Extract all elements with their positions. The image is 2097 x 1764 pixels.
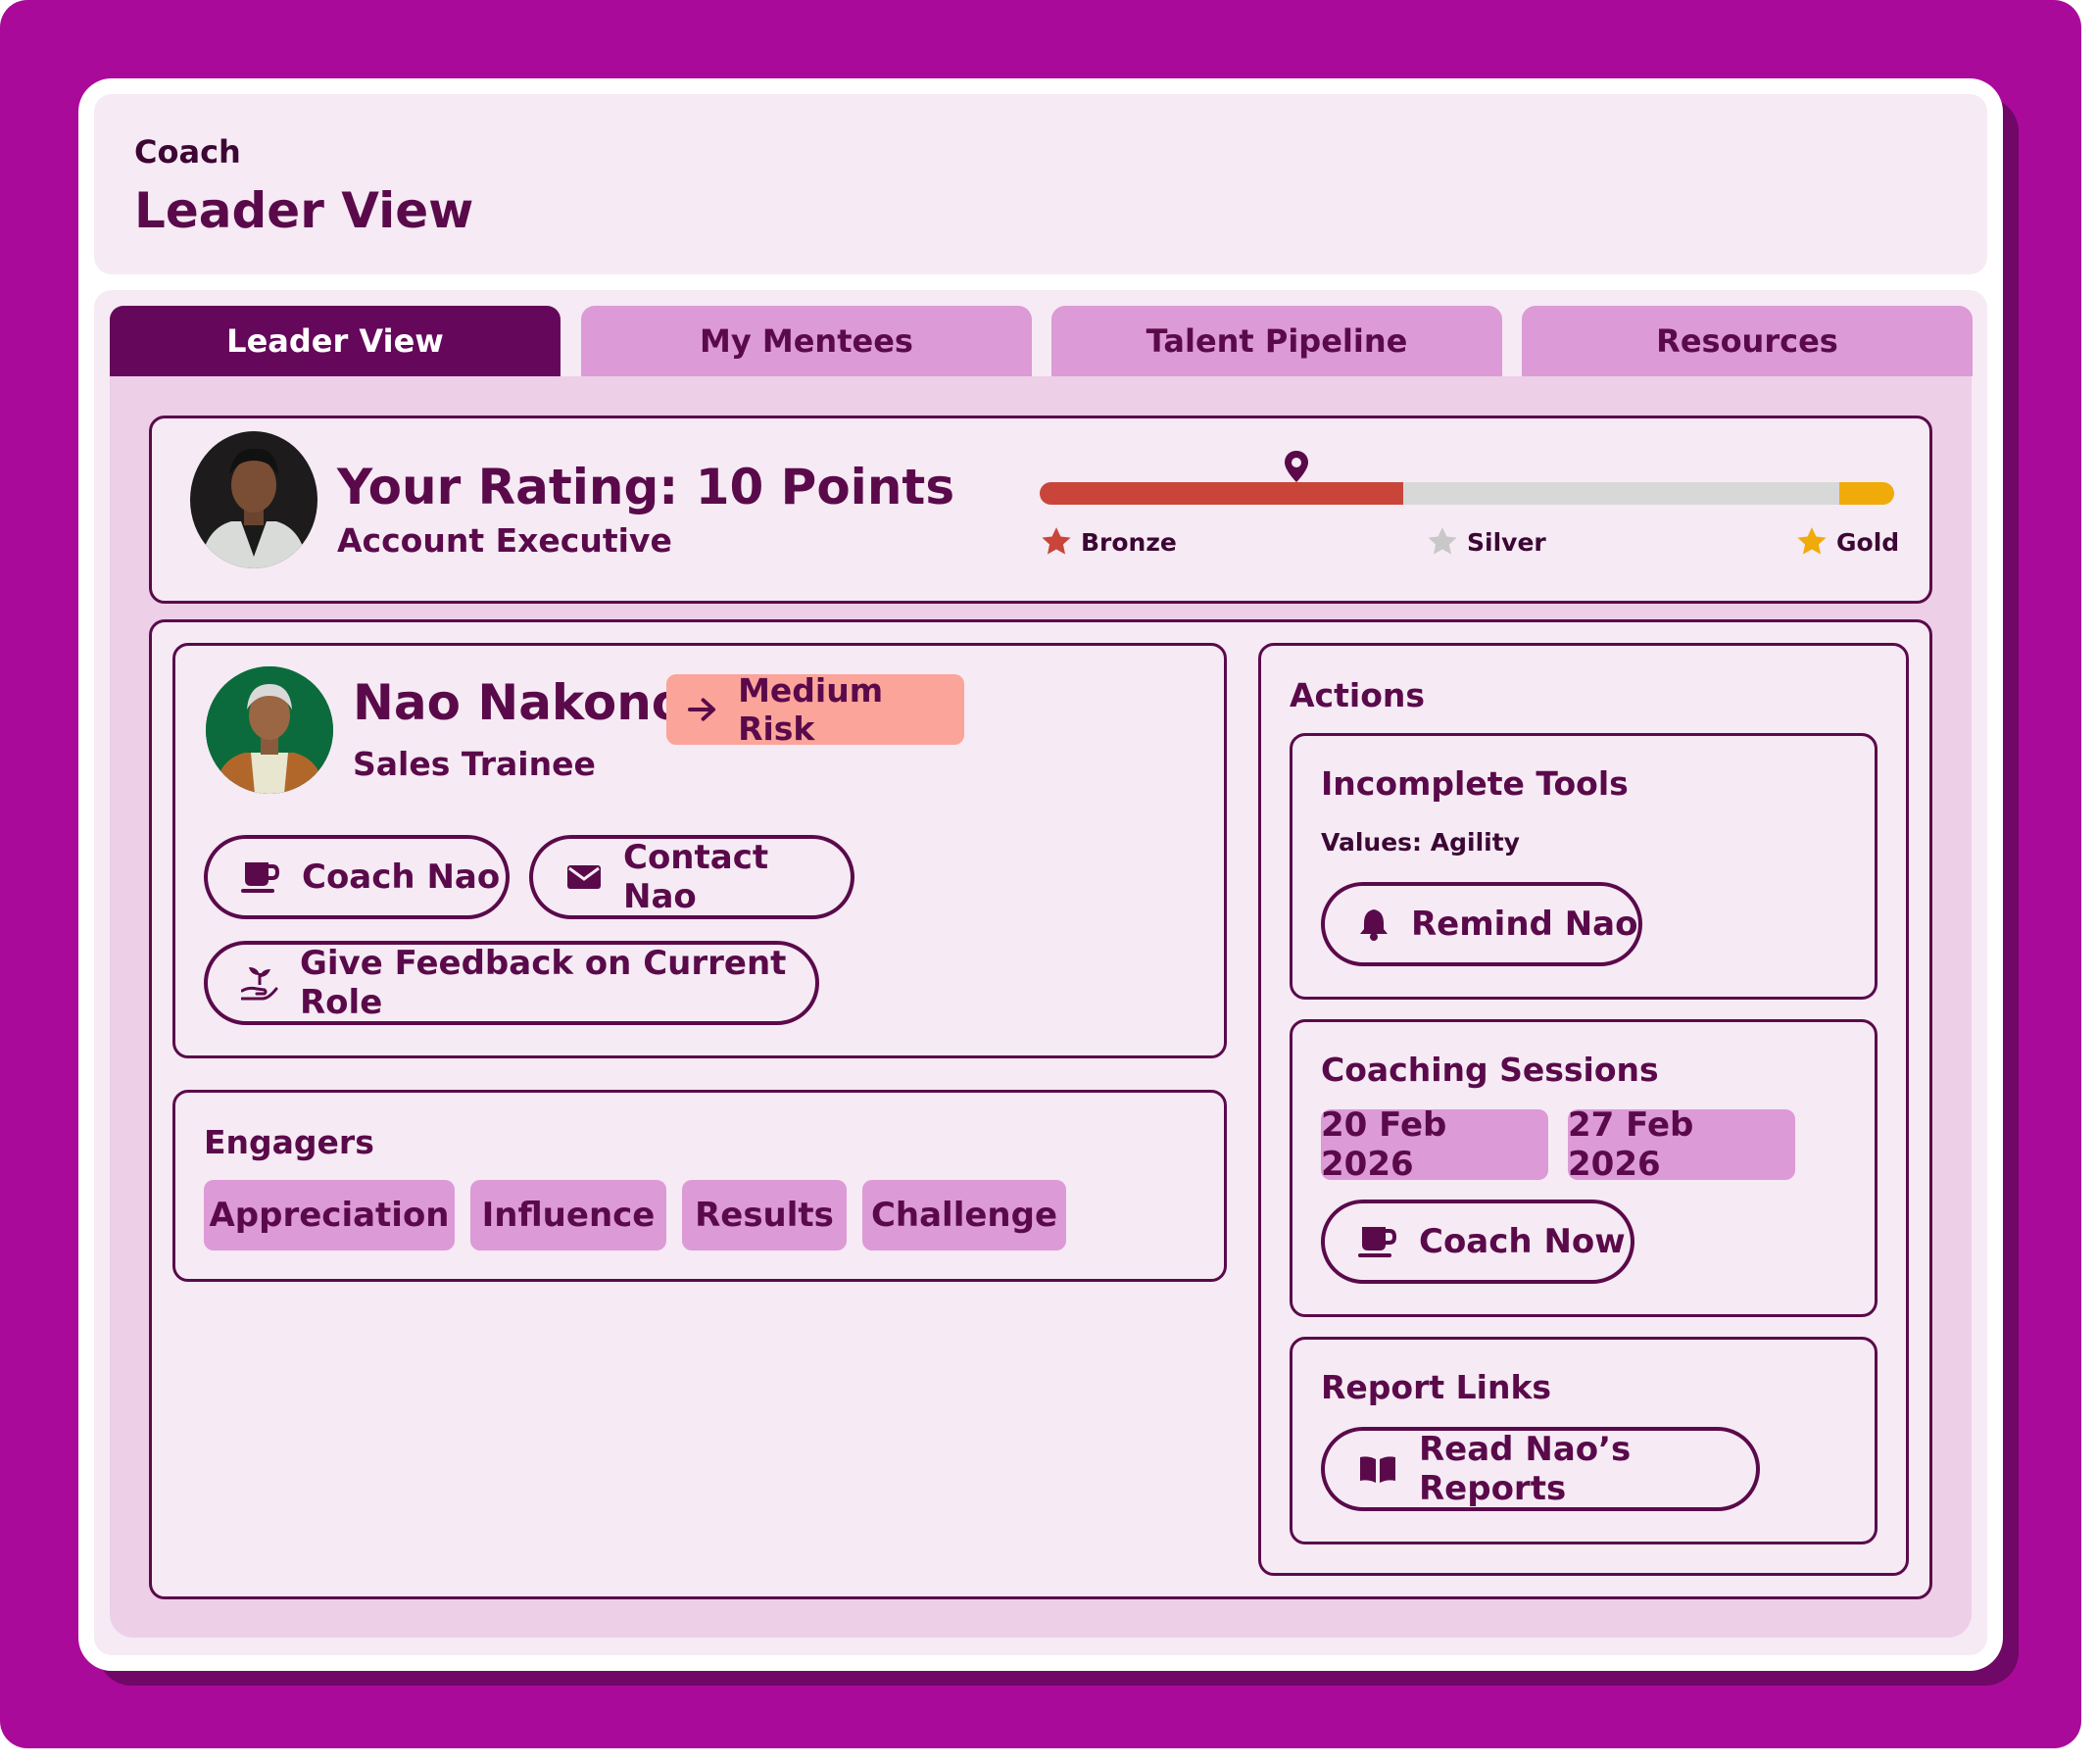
- tier-silver-label: Silver: [1467, 527, 1546, 557]
- map-pin-icon: [1284, 450, 1309, 487]
- read-reports-label: Read Nao’s Reports: [1419, 1430, 1632, 1508]
- give-feedback-button[interactable]: Give Feedback on Current Role: [204, 941, 819, 1025]
- tab-my-mentees[interactable]: My Mentees: [581, 306, 1032, 376]
- mentee-role: Sales Trainee: [353, 745, 596, 783]
- read-reports-button[interactable]: Read Nao’s Reports: [1321, 1427, 1760, 1511]
- star-icon: [1042, 527, 1071, 555]
- rating-role: Account Executive: [337, 521, 672, 560]
- tier-bronze-label: Bronze: [1081, 527, 1177, 557]
- tier-silver: Silver: [1426, 525, 1546, 559]
- star-icon: [1428, 527, 1457, 555]
- mentee-name: Nao Nakono: [353, 674, 686, 731]
- engager-chip-challenge: Challenge: [862, 1180, 1066, 1250]
- remind-nao-button[interactable]: Remind Nao: [1321, 882, 1642, 966]
- user-avatar: [190, 431, 317, 568]
- page-header: Coach Leader View: [94, 94, 1987, 274]
- engager-chip-results: Results: [682, 1180, 847, 1250]
- rating-title: Your Rating: 10 Points: [337, 459, 955, 515]
- report-links-heading: Report Links: [1321, 1368, 1552, 1406]
- coaching-sessions-heading: Coaching Sessions: [1321, 1051, 1659, 1089]
- coach-nao-button[interactable]: Coach Nao: [204, 835, 510, 919]
- rating-progress-fill: [1040, 482, 1403, 505]
- envelope-icon: [567, 865, 601, 889]
- tab-resources[interactable]: Resources: [1522, 306, 1973, 376]
- mentee-avatar: [206, 666, 333, 794]
- tab-leader-view[interactable]: Leader View: [110, 306, 561, 376]
- tier-gold-label: Gold: [1836, 527, 1900, 557]
- star-icon: [1797, 527, 1827, 555]
- engagers-heading: Engagers: [204, 1123, 374, 1161]
- risk-badge: Medium Risk: [666, 671, 964, 748]
- incomplete-tools-heading: Incomplete Tools: [1321, 764, 1629, 803]
- tier-gold: Gold: [1795, 525, 1899, 559]
- coffee-cup-icon: [241, 862, 280, 893]
- engager-chip-influence: Influence: [470, 1180, 666, 1250]
- bell-icon: [1360, 909, 1388, 941]
- rating-progress-bar: [1040, 482, 1894, 505]
- incomplete-tools-detail: Values: Agility: [1321, 828, 1520, 857]
- remind-nao-label: Remind Nao: [1411, 905, 1638, 944]
- coach-now-button[interactable]: Coach Now: [1321, 1200, 1634, 1284]
- coach-nao-label: Coach Nao: [302, 858, 501, 897]
- arrow-right-icon: [688, 698, 716, 721]
- session-date-chip[interactable]: 20 Feb 2026: [1321, 1105, 1548, 1184]
- contact-nao-button[interactable]: Contact Nao: [529, 835, 854, 919]
- hand-plant-icon: [241, 967, 278, 1001]
- contact-nao-label: Contact Nao: [623, 838, 769, 916]
- rating-gold-segment: [1839, 482, 1894, 505]
- session-date-chip[interactable]: 27 Feb 2026: [1568, 1105, 1795, 1184]
- header-subtitle: Coach: [134, 133, 241, 171]
- page-title: Leader View: [134, 182, 474, 239]
- coffee-cup-icon: [1358, 1227, 1397, 1257]
- give-feedback-label: Give Feedback on Current Role: [300, 944, 787, 1022]
- coach-now-label: Coach Now: [1419, 1222, 1626, 1261]
- book-icon: [1360, 1456, 1395, 1483]
- tier-bronze: Bronze: [1040, 525, 1177, 559]
- actions-heading: Actions: [1290, 676, 1425, 714]
- engager-chip-appreciation: Appreciation: [204, 1180, 455, 1250]
- tab-talent-pipeline[interactable]: Talent Pipeline: [1051, 306, 1502, 376]
- risk-label: Medium Risk: [738, 671, 884, 748]
